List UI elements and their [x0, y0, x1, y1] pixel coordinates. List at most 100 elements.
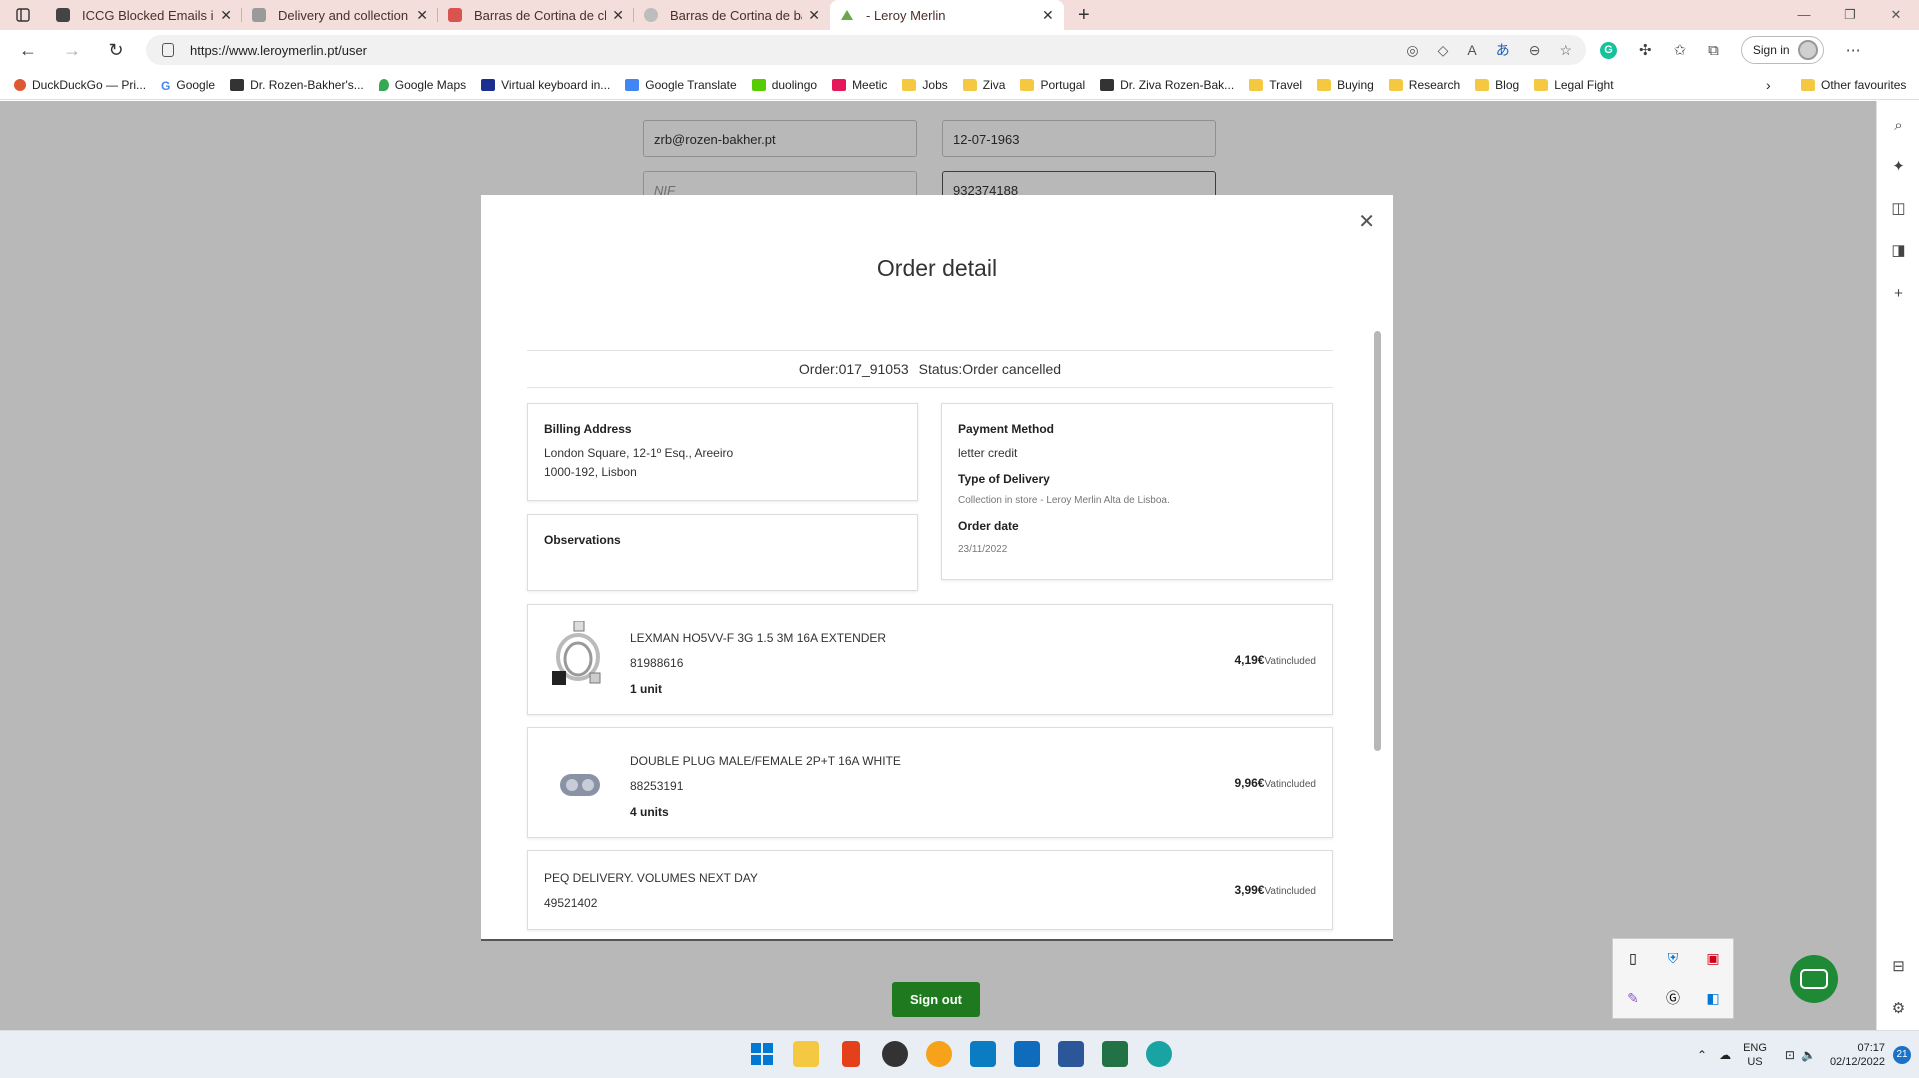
volume-icon[interactable]: 🔈	[1801, 1048, 1816, 1062]
adobe-icon[interactable]: ▣	[1693, 939, 1733, 979]
observations-heading: Observations	[544, 533, 621, 547]
bookmark-meetic[interactable]: Meetic	[832, 78, 887, 92]
outlook-app-icon[interactable]	[1014, 1041, 1040, 1067]
sign-in-button[interactable]: Sign in	[1740, 36, 1824, 64]
browser-tab-active[interactable]: - Leroy Merlin ✕	[830, 0, 1064, 30]
tab-close-icon[interactable]: ✕	[1042, 7, 1054, 24]
sidebar-layout-icon[interactable]: ⊟	[1877, 957, 1919, 975]
folder-icon	[1534, 78, 1549, 91]
address-bar[interactable]: https://www.leroymerlin.pt/user ◎ ◇ A あ …	[146, 35, 1586, 65]
read-aloud-icon[interactable]: A	[1467, 42, 1476, 58]
modal-scrollbar[interactable]	[1374, 331, 1381, 751]
onedrive-icon[interactable]: ☁	[1719, 1048, 1731, 1062]
tab-close-icon[interactable]: ✕	[416, 7, 428, 24]
bookmark-rozen-bakher[interactable]: Dr. Rozen-Bakher's...	[230, 78, 364, 92]
chat-button[interactable]	[1790, 955, 1838, 1003]
tab-actions-button[interactable]	[0, 0, 46, 30]
windows-start-icon[interactable]	[749, 1041, 775, 1067]
tab-close-icon[interactable]: ✕	[612, 7, 624, 24]
bookmark-folder-research[interactable]: Research	[1388, 78, 1460, 92]
bookmark-folder-blog[interactable]: Blog	[1475, 78, 1519, 92]
bookmark-google-translate[interactable]: Google Translate	[625, 78, 737, 92]
restore-icon[interactable]: ❐	[1827, 0, 1873, 30]
bookmark-google-maps[interactable]: Google Maps	[378, 78, 466, 92]
bookmark-folder-jobs[interactable]: Jobs	[902, 78, 948, 92]
close-window-icon[interactable]: ✕	[1873, 0, 1919, 30]
defender-icon[interactable]: ⛨	[1653, 939, 1693, 979]
browser-tab[interactable]: Barras de Cortina de banho - Go ✕	[634, 0, 830, 30]
tab-close-icon[interactable]: ✕	[808, 7, 820, 24]
sign-out-button[interactable]: Sign out	[892, 982, 980, 1017]
notification-badge[interactable]: 21	[1893, 1046, 1911, 1064]
pen-icon[interactable]: ✎	[1613, 979, 1653, 1019]
bookmark-folder-buying[interactable]: Buying	[1317, 78, 1374, 92]
bookmark-label: Legal Fight	[1554, 77, 1614, 92]
minimize-icon[interactable]: —	[1781, 0, 1827, 30]
clock-date: 02/12/2022	[1829, 1056, 1885, 1068]
collections-icon[interactable]: ⧉	[1708, 42, 1719, 59]
office-icon[interactable]: ◫	[1877, 199, 1919, 217]
order-status: Status:Order cancelled	[918, 361, 1062, 377]
close-icon[interactable]: ✕	[1358, 209, 1375, 234]
order-item: PEQ DELIVERY. VOLUMES NEXT DAY 49521402 …	[527, 850, 1333, 930]
refresh-icon[interactable]: ↻	[94, 40, 138, 61]
more-menu-icon[interactable]: ⋯	[1846, 41, 1861, 59]
outlook-tray-icon[interactable]: ◧	[1693, 979, 1733, 1019]
bookmark-ziva-rozen-bakher[interactable]: Dr. Ziva Rozen-Bak...	[1100, 78, 1234, 92]
bookmark-other-favourites[interactable]: Other favourites	[1801, 70, 1906, 100]
bookmark-folder-travel[interactable]: Travel	[1249, 78, 1302, 92]
add-icon[interactable]: +	[1877, 285, 1919, 302]
excel-icon[interactable]	[1102, 1041, 1128, 1067]
obs-icon[interactable]	[882, 1041, 908, 1067]
item-price-block: 3,99€Vatincluded	[1234, 883, 1316, 897]
usb-icon[interactable]: ▯	[1613, 939, 1653, 979]
bookmark-virtual-keyboard[interactable]: Virtual keyboard in...	[481, 78, 610, 92]
search-icon[interactable]: ⌕	[1877, 117, 1919, 134]
coupon-icon[interactable]: ◇	[1438, 42, 1449, 59]
add-favourite-icon[interactable]: ☆	[1559, 42, 1572, 59]
bookmark-google[interactable]: G Google	[161, 78, 215, 93]
tab-favicon-icon	[448, 8, 462, 22]
browser-tab[interactable]: ICCG Blocked Emails in Lisbon al ✕	[46, 0, 242, 30]
browser-tab[interactable]: Barras de Cortina de chuveiro W ✕	[438, 0, 634, 30]
word-icon[interactable]	[1058, 1041, 1084, 1067]
tab-close-icon[interactable]: ✕	[220, 7, 232, 24]
office-app-icon[interactable]	[842, 1041, 860, 1067]
edge-canary-icon[interactable]	[926, 1041, 952, 1067]
back-icon[interactable]: ←	[6, 40, 50, 61]
grammarly-icon[interactable]: G	[1600, 41, 1617, 59]
address-toolbar: ← → ↻ https://www.leroymerlin.pt/user ◎ …	[0, 30, 1919, 70]
zoom-icon[interactable]: ⊖	[1529, 42, 1541, 59]
clock[interactable]: 07:17 02/12/2022	[1830, 1041, 1885, 1069]
network-icon[interactable]: ⊡	[1785, 1048, 1795, 1062]
favourites-icon[interactable]: ✩	[1674, 41, 1687, 59]
new-tab-button[interactable]: +	[1078, 4, 1090, 27]
location-icon[interactable]: ◎	[1406, 42, 1418, 59]
order-date-heading: Order date	[958, 519, 1019, 533]
edge-browser-icon[interactable]	[1146, 1041, 1172, 1067]
bookmark-folder-ziva[interactable]: Ziva	[962, 78, 1005, 92]
browser-tab[interactable]: Delivery and collection - IKEA ✕	[242, 0, 438, 30]
grammarly-tray-icon[interactable]: Ⓖ	[1653, 979, 1693, 1019]
show-hidden-icons-chevron-icon[interactable]: ⌃	[1697, 1048, 1707, 1062]
bookmark-duckduckgo[interactable]: DuckDuckGo — Pri...	[14, 78, 146, 92]
language-indicator[interactable]: ENG US	[1743, 1041, 1767, 1069]
item-quantity: 1 unit	[630, 682, 662, 696]
bookmark-duolingo[interactable]: duolingo	[751, 78, 817, 92]
settings-icon[interactable]: ⚙	[1877, 999, 1919, 1017]
sparkle-icon[interactable]: ✦	[1877, 157, 1919, 175]
lock-icon[interactable]	[162, 43, 174, 57]
extensions-icon[interactable]: ✣	[1639, 41, 1652, 59]
more-bookmarks-chevron-icon[interactable]: ›	[1766, 77, 1771, 93]
translate-icon	[625, 78, 640, 91]
bookmark-folder-portugal[interactable]: Portugal	[1020, 78, 1085, 92]
tab-title: Delivery and collection - IKEA	[278, 7, 410, 23]
file-explorer-icon[interactable]	[793, 1041, 819, 1067]
outlook-icon[interactable]: ◨	[1877, 241, 1919, 259]
forward-icon[interactable]: →	[50, 40, 94, 61]
folder-icon	[1388, 78, 1403, 91]
translate-icon[interactable]: あ	[1496, 40, 1510, 60]
url-text[interactable]: https://www.leroymerlin.pt/user	[190, 43, 367, 58]
calculator-icon[interactable]	[970, 1041, 996, 1067]
bookmark-folder-legal-fight[interactable]: Legal Fight	[1534, 77, 1614, 92]
